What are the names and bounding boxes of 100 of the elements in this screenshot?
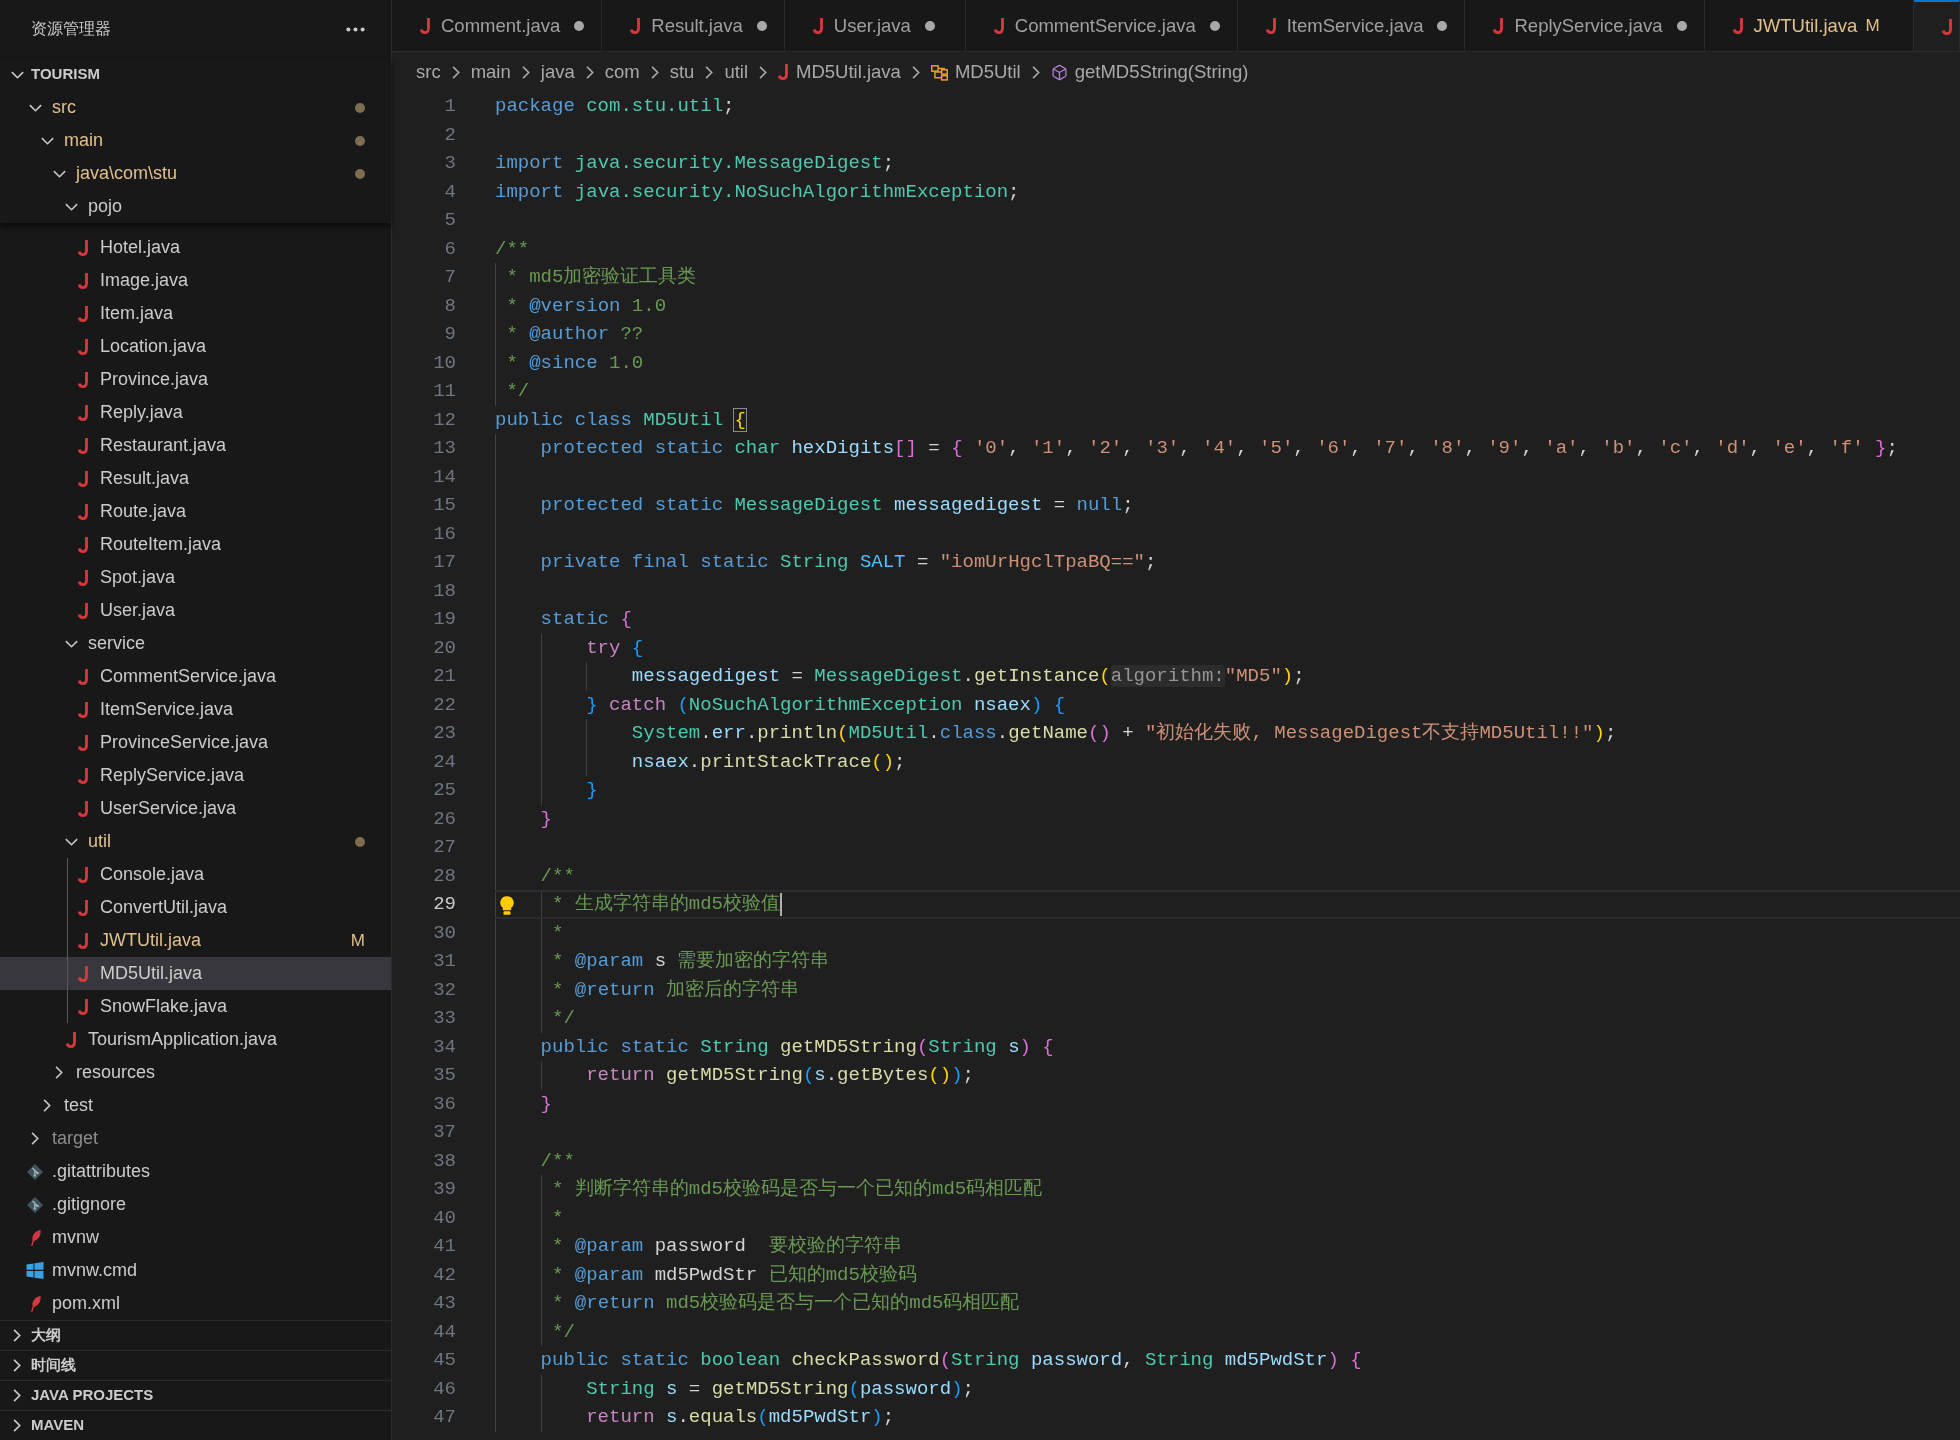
file-item[interactable]: ConvertUtil.java: [0, 891, 391, 924]
file-item[interactable]: User.java: [0, 594, 391, 627]
chevron-right-icon: [705, 65, 714, 79]
code-line: try {: [586, 635, 644, 661]
class-symbol-icon: [930, 63, 948, 81]
file-item[interactable]: Reply.java: [0, 396, 391, 429]
line-number: 38: [433, 1148, 456, 1174]
line-number: 42: [433, 1262, 456, 1288]
code-line: import java.security.MessageDigest;: [495, 151, 895, 176]
file-item[interactable]: TourismApplication.java: [0, 1023, 391, 1056]
folder-item[interactable]: util: [0, 825, 391, 858]
code-line: /**: [540, 1148, 575, 1174]
line-number: 15: [433, 493, 456, 518]
file-item[interactable]: pom.xml: [0, 1287, 391, 1320]
line-number: 8: [444, 293, 456, 319]
java-file-icon: [812, 17, 824, 34]
code-line: System.err.println(MD5Util.class.getName() + "初始化失败, MessageDigest不支持MD5Util!!");: [631, 721, 1617, 746]
file-item[interactable]: Console.java: [0, 858, 391, 891]
java-file-icon: [77, 932, 89, 949]
file-item[interactable]: ProvinceService.java: [0, 726, 391, 759]
file-item[interactable]: Route.java: [0, 495, 391, 528]
breadcrumb-item[interactable]: MD5Util: [930, 58, 1021, 86]
chevron-right-icon: [650, 65, 659, 79]
code-line: public static String getMD5String(String s) {: [540, 1034, 1054, 1060]
code-line: String s = getMD5String(password);: [586, 1376, 974, 1402]
file-item[interactable]: Restaurant.java: [0, 429, 391, 462]
line-number: 21: [433, 664, 456, 689]
file-item[interactable]: Province.java: [0, 363, 391, 396]
breadcrumb-item[interactable]: util: [724, 58, 749, 86]
editor-tab[interactable]: [1913, 0, 1960, 51]
breadcrumb-item[interactable]: stu: [669, 58, 695, 86]
line-number: 30: [433, 920, 456, 946]
chevron-right-icon: [759, 65, 768, 79]
line-number: 46: [433, 1376, 456, 1402]
code-line: * @param s 需要加密的字符串: [552, 949, 830, 974]
folder-item[interactable]: main: [0, 124, 391, 157]
folder-item[interactable]: resources: [0, 1056, 391, 1089]
folder-item[interactable]: pojo: [0, 190, 391, 223]
breadcrumb-item[interactable]: src: [416, 58, 441, 86]
breadcrumb-item[interactable]: java: [540, 58, 575, 86]
line-number: 43: [433, 1291, 456, 1316]
lightbulb-icon[interactable]: [500, 896, 514, 915]
file-item[interactable]: JWTUtil.java M: [0, 924, 391, 957]
windows-logo-icon: [26, 1262, 44, 1279]
file-item[interactable]: MD5Util.java: [0, 957, 391, 990]
code-line: nsaex.printStackTrace();: [631, 749, 906, 775]
breadcrumb-item[interactable]: main: [470, 58, 511, 86]
file-item[interactable]: Result.java: [0, 462, 391, 495]
line-number: 44: [433, 1319, 456, 1345]
code-line: /**: [540, 863, 575, 889]
code-line: import java.security.NoSuchAlgorithmException;: [495, 179, 1020, 205]
breadcrumb-item[interactable]: com: [604, 58, 640, 86]
file-item[interactable]: ReplyService.java: [0, 759, 391, 792]
file-item[interactable]: ItemService.java: [0, 693, 391, 726]
folder-item[interactable]: java\com\stu: [0, 157, 391, 190]
code-line: * @return md5校验码是否与一个已知的md5码相匹配: [552, 1291, 1020, 1316]
line-number: 2: [444, 122, 456, 148]
section-header[interactable]: TOURISM: [0, 58, 391, 91]
file-item[interactable]: mvnw.cmd: [0, 1254, 391, 1287]
line-number: 40: [433, 1205, 456, 1231]
breadcrumb-item[interactable]: MD5Util.java: [778, 58, 901, 86]
file-item[interactable]: Spot.java: [0, 561, 391, 594]
java-file-icon: [77, 404, 89, 421]
file-item[interactable]: Image.java: [0, 264, 391, 297]
file-item[interactable]: .gitattributes: [0, 1155, 391, 1188]
file-item[interactable]: Hotel.java: [0, 231, 391, 264]
breadcrumb-item[interactable]: getMD5String(String): [1050, 58, 1249, 86]
file-item[interactable]: .gitignore: [0, 1188, 391, 1221]
file-item[interactable]: Item.java: [0, 297, 391, 330]
line-number: 6: [444, 236, 456, 262]
chevron-right-icon: [521, 65, 530, 79]
java-file-icon: [1732, 17, 1744, 34]
line-number: 25: [433, 778, 456, 803]
java-file-icon: [77, 602, 89, 619]
line-number: 3: [444, 151, 456, 176]
line-number: 32: [433, 977, 456, 1003]
folder-item[interactable]: src: [0, 91, 391, 124]
line-number: 1: [444, 94, 456, 119]
file-item[interactable]: Location.java: [0, 330, 391, 363]
line-number: 22: [433, 692, 456, 718]
java-file-icon: [420, 17, 431, 34]
folder-item[interactable]: service: [0, 627, 391, 660]
folder-item[interactable]: target: [0, 1122, 391, 1155]
more-icon[interactable]: [346, 26, 365, 32]
line-number: 26: [433, 806, 456, 832]
line-number: 13: [433, 436, 456, 461]
line-number: 7: [444, 265, 456, 290]
code-line: * @since 1.0: [506, 350, 644, 376]
file-item[interactable]: RouteItem.java: [0, 528, 391, 561]
file-item[interactable]: SnowFlake.java: [0, 990, 391, 1023]
git-status-letter: M: [1865, 14, 1880, 37]
folder-item[interactable]: test: [0, 1089, 391, 1122]
line-number: 14: [433, 464, 456, 490]
java-file-icon: [77, 305, 89, 322]
file-item[interactable]: UserService.java: [0, 792, 391, 825]
code-line: /**: [495, 236, 530, 262]
line-number: 19: [433, 607, 456, 632]
file-item[interactable]: CommentService.java: [0, 660, 391, 693]
code-line: protected static char hexDigits[] = { '0', '1', '2', '3', '4', '5', '6', '7', '8', '9', 'a', 'b', 'c', 'd', 'e', 'f' };: [540, 436, 1898, 461]
file-item[interactable]: mvnw: [0, 1221, 391, 1254]
